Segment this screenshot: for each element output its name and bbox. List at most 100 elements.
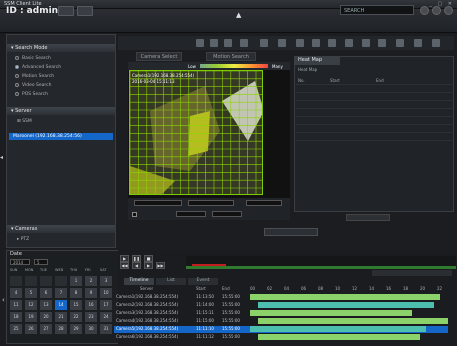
camera-video[interactable]: Camera1(192.168.38.254:554) 2016-03-04 1… bbox=[129, 70, 263, 195]
play-icon[interactable]: ▶ bbox=[120, 255, 129, 262]
calendar-day[interactable]: 11 bbox=[10, 300, 22, 310]
record-icon[interactable] bbox=[420, 6, 429, 15]
search-button[interactable] bbox=[264, 228, 318, 236]
apply-button[interactable] bbox=[176, 211, 206, 217]
calendar-day[interactable]: 24 bbox=[100, 312, 112, 322]
calendar-day[interactable]: 15 bbox=[70, 300, 82, 310]
zoom-in-icon[interactable] bbox=[345, 39, 353, 47]
calendar-day[interactable]: 9 bbox=[85, 288, 97, 298]
split-icon[interactable] bbox=[224, 39, 232, 47]
search-mode-header[interactable]: ▾ Search Mode bbox=[7, 44, 115, 52]
fullscreen-icon[interactable] bbox=[414, 39, 422, 47]
calendar-day[interactable]: 19 bbox=[25, 312, 37, 322]
pause-icon[interactable]: ❚❚ bbox=[132, 255, 141, 262]
monitor-button[interactable] bbox=[58, 6, 74, 16]
calendar-day[interactable]: 18 bbox=[10, 312, 22, 322]
pin-icon[interactable] bbox=[312, 39, 320, 47]
monitor-icon[interactable] bbox=[260, 39, 268, 47]
calendar-day[interactable]: 13 bbox=[40, 300, 52, 310]
calendar-day[interactable]: 8 bbox=[70, 288, 82, 298]
reset-button[interactable] bbox=[212, 211, 242, 217]
radio-advanced-search[interactable] bbox=[15, 65, 19, 69]
server-header[interactable]: ▾ Server bbox=[7, 107, 115, 115]
calendar-day[interactable]: 14 bbox=[55, 300, 67, 310]
timeline-row[interactable]: Camera5(192.168.38.254:554) 11:11:10 15:55… bbox=[114, 326, 448, 333]
radio-motion-search[interactable] bbox=[15, 74, 19, 78]
calendar-day[interactable]: 20 bbox=[40, 312, 52, 322]
heat-pagination[interactable] bbox=[346, 214, 390, 221]
cameras-node[interactable]: ▸ PTZ bbox=[17, 237, 29, 242]
calendar-day[interactable]: 3 bbox=[100, 276, 112, 286]
tab-heat-map[interactable]: Heat Map bbox=[294, 56, 340, 65]
fast-forward-icon[interactable]: ▶▶ bbox=[156, 262, 165, 269]
calendar-day[interactable]: 6 bbox=[40, 288, 52, 298]
calendar-day[interactable]: 1 bbox=[70, 276, 82, 286]
radio-pos-search[interactable] bbox=[15, 92, 19, 96]
start-time-input[interactable] bbox=[134, 200, 182, 206]
step-back-icon[interactable]: ◀ bbox=[132, 262, 141, 269]
calendar-day[interactable]: 22 bbox=[70, 312, 82, 322]
sensitivity-select[interactable] bbox=[246, 200, 282, 206]
stop-icon[interactable]: ■ bbox=[144, 255, 153, 262]
recording-segment[interactable] bbox=[250, 310, 412, 316]
recording-segment[interactable] bbox=[258, 302, 434, 308]
prev-month-icon[interactable]: ‹ bbox=[2, 296, 5, 304]
zoom-out-icon[interactable] bbox=[362, 39, 370, 47]
key-icon[interactable] bbox=[328, 39, 336, 47]
calendar-day[interactable]: 23 bbox=[85, 312, 97, 322]
calendar-day[interactable]: 7 bbox=[55, 288, 67, 298]
tab-list[interactable]: List bbox=[156, 278, 186, 285]
calendar-day[interactable]: 17 bbox=[100, 300, 112, 310]
radio-video-search[interactable] bbox=[15, 83, 19, 87]
calendar-day[interactable] bbox=[10, 276, 22, 286]
rewind-icon[interactable]: ◀◀ bbox=[120, 262, 129, 269]
calendar-day[interactable]: 27 bbox=[40, 324, 52, 334]
device-row[interactable]: Maroonel (192.168.38.254:56) bbox=[9, 133, 113, 140]
calendar-day[interactable]: 26 bbox=[25, 324, 37, 334]
calendar-day[interactable]: 31 bbox=[100, 324, 112, 334]
timeline-row[interactable]: Camera1(192.168.38.254:554) 11:13:50 15:55… bbox=[114, 294, 448, 301]
layout-icon[interactable] bbox=[210, 39, 218, 47]
calendar-day[interactable]: 29 bbox=[70, 324, 82, 334]
timeline-row[interactable]: Camera3(192.168.38.254:554) 11:15:11 15:55… bbox=[114, 310, 448, 317]
export-icon[interactable] bbox=[296, 39, 304, 47]
timeline-row[interactable]: Camera2(192.168.38.254:554) 11:14:00 15:55… bbox=[114, 302, 448, 309]
calendar-day[interactable]: 30 bbox=[85, 324, 97, 334]
time-ruler[interactable] bbox=[186, 256, 456, 266]
layout-button[interactable] bbox=[77, 6, 93, 16]
print-icon[interactable] bbox=[278, 39, 286, 47]
calendar-day[interactable]: 28 bbox=[55, 324, 67, 334]
motion-grid[interactable] bbox=[130, 71, 263, 195]
collapse-left-icon[interactable]: ◂ bbox=[0, 154, 5, 164]
calendar-day[interactable]: 10 bbox=[100, 288, 112, 298]
end-time-input[interactable] bbox=[188, 200, 234, 206]
calendar-day[interactable]: 4 bbox=[10, 288, 22, 298]
timeline-row[interactable]: Camera4(192.168.38.254:554) 11:15:00 15:55… bbox=[114, 318, 448, 325]
year-input[interactable]: 2014 bbox=[10, 259, 30, 265]
radio-basic-search[interactable] bbox=[15, 56, 19, 60]
cameras-header[interactable]: ▾ Cameras bbox=[7, 225, 115, 233]
recording-segment[interactable] bbox=[258, 318, 448, 324]
collapse-up-icon[interactable]: ▲ bbox=[236, 11, 241, 19]
server-node[interactable]: ⊞ SSM bbox=[17, 119, 32, 124]
screen-icon[interactable] bbox=[240, 39, 248, 47]
search-box[interactable]: SEARCH bbox=[340, 5, 414, 15]
calendar-day[interactable]: 25 bbox=[10, 324, 22, 334]
recording-segment[interactable] bbox=[250, 294, 440, 300]
tab-camera-select[interactable]: Camera Select bbox=[136, 52, 182, 61]
calendar-day[interactable]: 16 bbox=[85, 300, 97, 310]
timeline-row[interactable]: Camera6(192.168.38.254:554) 11:11:12 15:55… bbox=[114, 334, 448, 341]
tab-timeline[interactable]: Timeline bbox=[124, 278, 154, 285]
grid-icon[interactable] bbox=[196, 39, 204, 47]
calendar-day[interactable]: 2 bbox=[85, 276, 97, 286]
gear-icon[interactable] bbox=[432, 6, 441, 15]
calendar-day[interactable] bbox=[40, 276, 52, 286]
recording-segment[interactable] bbox=[250, 326, 426, 332]
tab-event[interactable]: Event bbox=[188, 278, 218, 285]
zoom-controls[interactable] bbox=[372, 270, 452, 276]
step-forward-icon[interactable]: ▶ bbox=[144, 262, 153, 269]
calendar-day[interactable]: 12 bbox=[25, 300, 37, 310]
settings-icon[interactable] bbox=[432, 39, 440, 47]
audio-icon[interactable] bbox=[396, 39, 404, 47]
recording-segment[interactable] bbox=[258, 334, 420, 340]
